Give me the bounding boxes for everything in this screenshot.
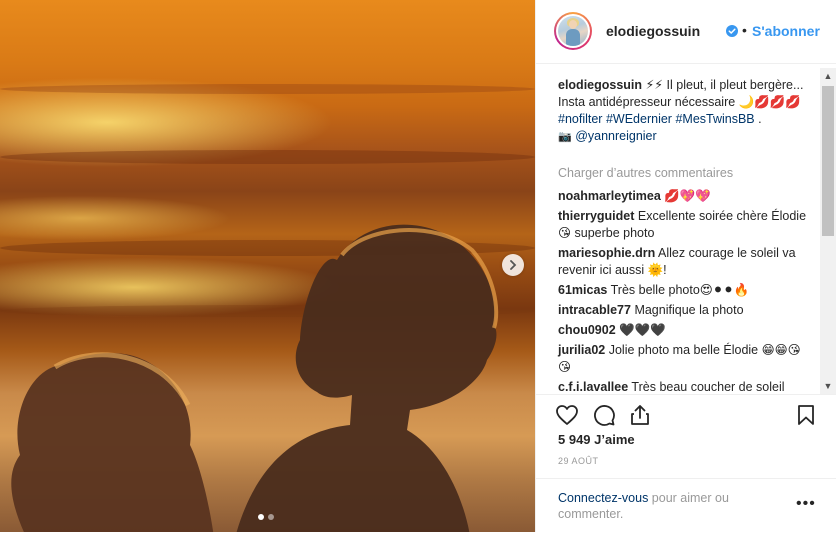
child-silhouette [11,352,214,532]
comment-username[interactable]: mariesophie.drn [558,246,655,260]
comment-username[interactable]: 61micas [558,283,607,297]
scrollbar-thumb[interactable] [822,86,834,236]
post-photo[interactable] [0,0,535,532]
comment-item: chou0902 🖤🖤🖤 [558,322,813,339]
comment-username[interactable]: chou0902 [558,323,616,337]
comment-text: Très belle photo😍⚫⚫🔥 [607,283,750,297]
post-header: elodiegossuin • S'abonner [536,0,836,64]
comment-username[interactable]: c.f.i.lavallee [558,380,628,394]
verified-badge-icon [726,25,738,37]
post-sidebar: elodiegossuin • S'abonner elodiegossuin … [535,0,836,532]
comment-text: Très beau coucher de soleil [628,380,785,394]
comment-login-bar: Connectez-vous pour aimer ou commenter. … [536,478,836,533]
comment-username[interactable]: thierryguidet [558,209,634,223]
comment-item: 61micas Très belle photo😍⚫⚫🔥 [558,282,813,299]
comment-item: thierryguidet Excellente soirée chère Él… [558,208,813,242]
follow-button[interactable]: S'abonner [752,23,820,39]
comment-item: c.f.i.lavallee Très beau coucher de sole… [558,379,813,394]
photo-wave [0,150,535,164]
comment-text: 🖤🖤🖤 [615,323,666,337]
caption-username[interactable]: elodiegossuin [558,78,642,92]
share-icon[interactable] [628,403,652,427]
carousel-dot-active [258,514,264,520]
bookmark-icon[interactable] [794,403,818,427]
hashtag-link[interactable]: #WEdernier [606,112,672,126]
avatar-ring-gap [556,14,590,48]
hashtag-link[interactable]: #MesTwinsBB [675,112,754,126]
hashtag-suffix: . [754,112,762,126]
carousel-dot [268,514,274,520]
child-silhouette [236,224,499,532]
post-actions [536,394,836,435]
instagram-post-modal: elodiegossuin • S'abonner elodiegossuin … [0,0,836,532]
load-more-comments[interactable]: Charger d’autres commentaires [558,166,733,180]
header-username[interactable]: elodiegossuin [606,23,700,39]
next-arrow-icon [510,260,517,270]
post-date[interactable]: 29 AOÛT [558,456,599,466]
comment-icon[interactable] [592,403,616,427]
scroll-up-arrow-icon[interactable]: ▲ [820,68,836,84]
comment-item: intracable77 Magnifique la photo [558,302,813,319]
comment-text: 💋💖💖 [660,189,711,203]
more-options-icon[interactable]: ••• [796,495,816,513]
likes-count[interactable]: 5 949 J’aime [558,432,635,447]
scroll-down-arrow-icon[interactable]: ▼ [820,378,836,394]
avatar-head [569,20,577,29]
comment-text: Magnifique la photo [630,303,744,317]
photo-wave [0,84,535,94]
next-photo-button[interactable] [502,254,524,276]
avatar[interactable] [554,12,592,50]
hashtag-link[interactable]: #nofilter [558,112,602,126]
camera-icon: 📷 [558,130,572,143]
avatar-body [566,29,580,46]
comments-area[interactable]: elodiegossuin ⚡⚡ Il pleut, il pleut berg… [536,64,820,394]
login-prompt: Connectez-vous pour aimer ou commenter. [558,490,768,522]
login-link[interactable]: Connectez-vous [558,491,648,505]
heart-icon[interactable] [555,403,579,427]
comment-list: noahmarleytimea 💋💖💖 thierryguidet Excell… [558,188,813,394]
comments-scrollbar[interactable]: ▲ ▼ [820,68,836,394]
avatar-image [558,16,588,46]
comment-username[interactable]: noahmarleytimea [558,189,661,203]
comment-username[interactable]: intracable77 [558,303,631,317]
comment-item: jurilia02 Jolie photo ma belle Élodie 😁😁… [558,342,813,376]
carousel-indicator [258,514,274,520]
header-separator: • [742,22,747,38]
comment-item: noahmarleytimea 💋💖💖 [558,188,813,205]
post-caption: elodiegossuin ⚡⚡ Il pleut, il pleut berg… [558,77,813,145]
comment-item: mariesophie.drn Allez courage le soleil … [558,245,813,279]
comment-username[interactable]: jurilia02 [558,343,605,357]
mention-link[interactable]: @yannreignier [575,129,656,143]
